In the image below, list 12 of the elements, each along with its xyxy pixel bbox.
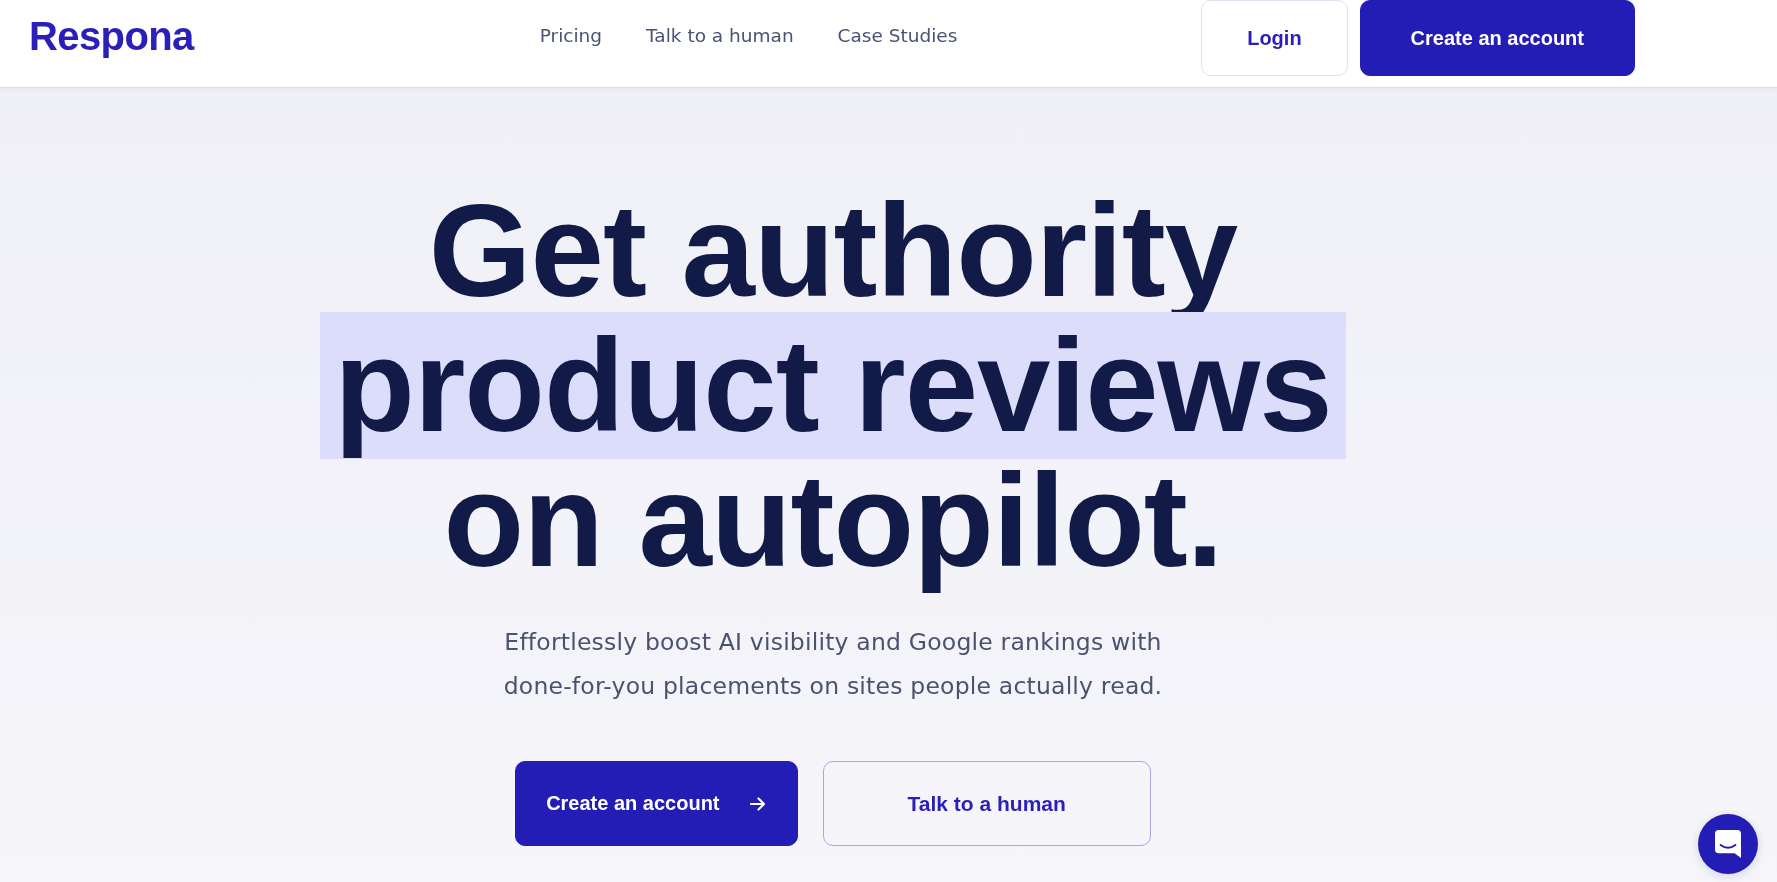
login-button[interactable]: Login	[1201, 0, 1348, 76]
chat-button[interactable]	[1698, 814, 1758, 874]
headline: Get authority product reviews on autopilot.	[320, 175, 1346, 596]
nav-link[interactable]: Pricing	[539, 24, 603, 48]
chat-bubble-icon	[1715, 830, 1741, 858]
subtitle: Effortlessly boost AI visibility and Google rankings with done-for-you placements on sites people actually read.	[502, 627, 1164, 702]
nav-link[interactable]: Talk to a human	[646, 24, 794, 48]
create-account-button[interactable]: Create an account	[1359, 0, 1635, 76]
create-account-button[interactable]: Create an account	[515, 761, 798, 846]
talk-to-human-button[interactable]: Talk to a human	[822, 761, 1151, 846]
logo[interactable]: Respona	[29, 12, 194, 60]
nav-link[interactable]: Case Studies	[837, 24, 958, 48]
